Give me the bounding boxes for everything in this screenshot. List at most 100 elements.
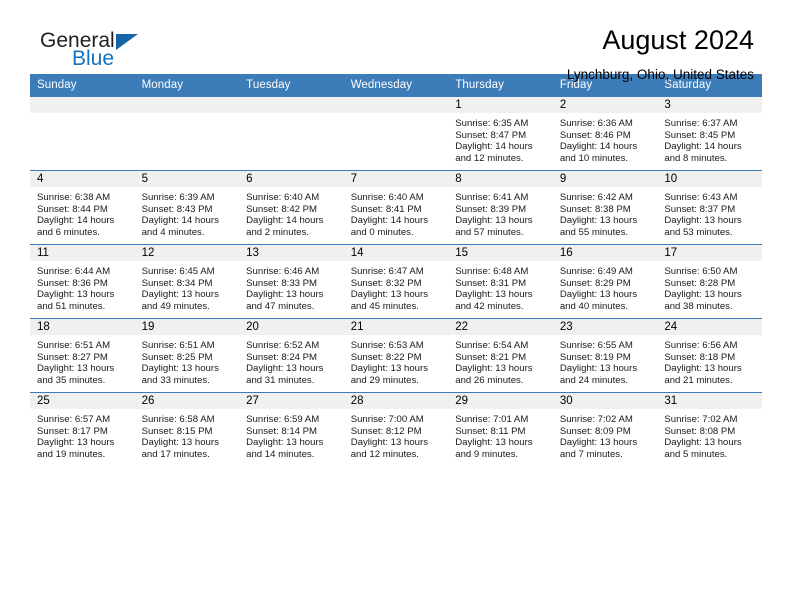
day-details: Sunrise: 7:02 AM Sunset: 8:09 PM Daylight:… (553, 409, 658, 460)
day-number: 21 (343, 319, 449, 335)
daylight-duration-line2: and 55 minutes. (559, 226, 629, 238)
daylight-duration-line1: Daylight: 13 hours (455, 215, 533, 227)
daylight-duration-line2: and 26 minutes. (455, 374, 524, 386)
sunset-time: Sunset: 8:31 PM (455, 277, 527, 289)
day-details: Sunrise: 6:51 AM Sunset: 8:25 PM Daylight:… (135, 335, 240, 386)
calendar-day-cell[interactable]: 10 Sunrise: 6:43 AM Sunset: 8:37 PM Dayligh… (657, 170, 762, 245)
calendar-day-cell[interactable]: 27 Sunrise: 6:59 AM Sunset: 8:14 PM Dayligh… (239, 392, 344, 466)
calendar-day-cell[interactable]: 16 Sunrise: 6:49 AM Sunset: 8:29 PM Dayligh… (552, 244, 658, 319)
sunrise-time: Sunrise: 6:43 AM (664, 192, 738, 203)
brand-logo[interactable]: General Blue (40, 30, 138, 69)
daylight-duration-line1: Daylight: 13 hours (141, 437, 219, 449)
daylight-duration-line2: and 2 minutes. (246, 226, 310, 238)
calendar-day-cell[interactable]: 8 Sunrise: 6:41 AM Sunset: 8:39 PM Daylight… (448, 170, 553, 245)
daylight-duration-line1: Daylight: 13 hours (664, 215, 742, 227)
calendar-day-cell[interactable]: 18 Sunrise: 6:51 AM Sunset: 8:27 PM Dayligh… (30, 318, 135, 393)
calendar-day-cell[interactable]: 23 Sunrise: 6:55 AM Sunset: 8:19 PM Dayligh… (552, 318, 658, 393)
daylight-duration-line2: and 24 minutes. (559, 374, 629, 386)
daylight-duration-line2: and 38 minutes. (664, 300, 733, 312)
sunset-time: Sunset: 8:14 PM (246, 425, 318, 437)
daylight-duration-line2: and 6 minutes. (37, 226, 100, 238)
sunrise-time: Sunrise: 6:41 AM (455, 192, 529, 203)
day-number (343, 97, 449, 113)
daylight-duration-line1: Daylight: 13 hours (246, 437, 324, 449)
daylight-duration-line1: Daylight: 13 hours (559, 215, 638, 227)
sunrise-time: Sunrise: 6:58 AM (141, 414, 215, 425)
sunset-time: Sunset: 8:34 PM (141, 277, 213, 289)
calendar-day-cell[interactable]: 11 Sunrise: 6:44 AM Sunset: 8:36 PM Dayligh… (30, 244, 135, 319)
day-number: 3 (657, 97, 762, 113)
calendar-day-cell[interactable]: 17 Sunrise: 6:50 AM Sunset: 8:28 PM Dayligh… (657, 244, 762, 319)
calendar-day-cell[interactable]: 29 Sunrise: 7:01 AM Sunset: 8:11 PM Dayligh… (448, 392, 553, 466)
sunrise-time: Sunrise: 6:51 AM (141, 340, 215, 351)
calendar-day-cell[interactable]: 1 Sunrise: 6:35 AM Sunset: 8:47 PM Daylight… (448, 96, 553, 171)
page-subtitle: Lynchburg, Ohio, United States (566, 66, 754, 82)
calendar-day-cell[interactable]: 22 Sunrise: 6:54 AM Sunset: 8:21 PM Dayligh… (448, 318, 553, 393)
sunrise-time: Sunrise: 6:38 AM (37, 192, 111, 203)
sunset-time: Sunset: 8:12 PM (350, 425, 422, 437)
day-number (239, 97, 344, 113)
sunrise-time: Sunrise: 7:02 AM (559, 414, 633, 425)
calendar-day-cell[interactable]: 13 Sunrise: 6:46 AM Sunset: 8:33 PM Dayligh… (239, 244, 344, 319)
calendar-day-cell[interactable]: 26 Sunrise: 6:58 AM Sunset: 8:15 PM Dayligh… (134, 392, 240, 466)
calendar-day-cell[interactable]: 5 Sunrise: 6:39 AM Sunset: 8:43 PM Daylight… (134, 170, 240, 245)
page-header: General Blue August 2024 Lynchburg, Ohio… (30, 0, 762, 81)
sunrise-time: Sunrise: 6:39 AM (141, 192, 215, 203)
day-number: 27 (239, 393, 344, 409)
daylight-duration-line1: Daylight: 13 hours (246, 363, 324, 375)
calendar-day-cell[interactable]: 15 Sunrise: 6:48 AM Sunset: 8:31 PM Dayligh… (448, 244, 553, 319)
daylight-duration-line2: and 9 minutes. (455, 448, 519, 460)
day-number: 18 (30, 319, 135, 335)
sunset-time: Sunset: 8:08 PM (664, 425, 736, 437)
calendar-day-cell[interactable]: 12 Sunrise: 6:45 AM Sunset: 8:34 PM Dayligh… (134, 244, 240, 319)
calendar-day-cell[interactable]: 3 Sunrise: 6:37 AM Sunset: 8:45 PM Daylight… (657, 96, 762, 171)
calendar-day-cell[interactable]: 4 Sunrise: 6:38 AM Sunset: 8:44 PM Daylight… (30, 170, 135, 245)
sunrise-time: Sunrise: 6:45 AM (141, 266, 215, 277)
daylight-duration-line2: and 7 minutes. (559, 448, 623, 460)
daylight-duration-line1: Daylight: 13 hours (559, 437, 638, 449)
day-number: 23 (552, 319, 658, 335)
calendar-day-cell[interactable]: 30 Sunrise: 7:02 AM Sunset: 8:09 PM Dayligh… (552, 392, 658, 466)
day-number (30, 97, 135, 113)
calendar-day-cell[interactable]: 19 Sunrise: 6:51 AM Sunset: 8:25 PM Dayligh… (134, 318, 240, 393)
daylight-duration-line2: and 33 minutes. (141, 374, 210, 386)
calendar-day-cell[interactable]: 14 Sunrise: 6:47 AM Sunset: 8:32 PM Dayligh… (343, 244, 449, 319)
calendar-week-row: 11 Sunrise: 6:44 AM Sunset: 8:36 PM Dayligh… (30, 244, 762, 319)
calendar-day-cell[interactable]: 25 Sunrise: 6:57 AM Sunset: 8:17 PM Dayligh… (30, 392, 135, 466)
day-details: Sunrise: 6:57 AM Sunset: 8:17 PM Daylight:… (30, 409, 135, 460)
calendar-day-cell[interactable]: 20 Sunrise: 6:52 AM Sunset: 8:24 PM Dayligh… (239, 318, 344, 393)
sunset-time: Sunset: 8:46 PM (559, 129, 631, 141)
day-number: 11 (30, 245, 135, 261)
sunrise-time: Sunrise: 6:56 AM (664, 340, 738, 351)
sunrise-time: Sunrise: 7:01 AM (455, 414, 529, 425)
day-details: Sunrise: 6:50 AM Sunset: 8:28 PM Daylight:… (657, 261, 762, 312)
daylight-duration-line2: and 10 minutes. (559, 152, 629, 164)
day-number: 20 (239, 319, 344, 335)
calendar-day-cell[interactable]: 6 Sunrise: 6:40 AM Sunset: 8:42 PM Daylight… (239, 170, 344, 245)
calendar-day-cell[interactable]: 31 Sunrise: 7:02 AM Sunset: 8:08 PM Dayligh… (657, 392, 762, 466)
sunrise-time: Sunrise: 6:51 AM (37, 340, 111, 351)
calendar-empty-cell (30, 96, 135, 171)
sunset-time: Sunset: 8:25 PM (141, 351, 213, 363)
calendar-week-row: 25 Sunrise: 6:57 AM Sunset: 8:17 PM Dayligh… (30, 392, 762, 466)
daylight-duration-line1: Daylight: 13 hours (141, 363, 219, 375)
day-details: Sunrise: 6:53 AM Sunset: 8:22 PM Daylight:… (344, 335, 449, 386)
day-details: Sunrise: 6:51 AM Sunset: 8:27 PM Daylight:… (30, 335, 135, 386)
calendar-day-cell[interactable]: 9 Sunrise: 6:42 AM Sunset: 8:38 PM Daylight… (552, 170, 658, 245)
calendar-day-cell[interactable]: 28 Sunrise: 7:00 AM Sunset: 8:12 PM Dayligh… (343, 392, 449, 466)
calendar-day-cell[interactable]: 2 Sunrise: 6:36 AM Sunset: 8:46 PM Daylight… (552, 96, 658, 171)
day-number: 9 (552, 171, 658, 187)
sunrise-time: Sunrise: 6:59 AM (246, 414, 320, 425)
calendar-day-cell[interactable]: 21 Sunrise: 6:53 AM Sunset: 8:22 PM Dayligh… (343, 318, 449, 393)
daylight-duration-line2: and 40 minutes. (559, 300, 629, 312)
sunset-time: Sunset: 8:33 PM (246, 277, 318, 289)
daylight-duration-line1: Daylight: 14 hours (664, 141, 742, 153)
calendar-day-cell[interactable]: 7 Sunrise: 6:40 AM Sunset: 8:41 PM Daylight… (343, 170, 449, 245)
day-number: 13 (239, 245, 344, 261)
sunset-time: Sunset: 8:17 PM (37, 425, 108, 437)
sunset-time: Sunset: 8:15 PM (141, 425, 213, 437)
day-number: 15 (448, 245, 553, 261)
daylight-duration-line2: and 35 minutes. (37, 374, 106, 386)
calendar-day-cell[interactable]: 24 Sunrise: 6:56 AM Sunset: 8:18 PM Dayligh… (657, 318, 762, 393)
sunset-time: Sunset: 8:27 PM (37, 351, 108, 363)
